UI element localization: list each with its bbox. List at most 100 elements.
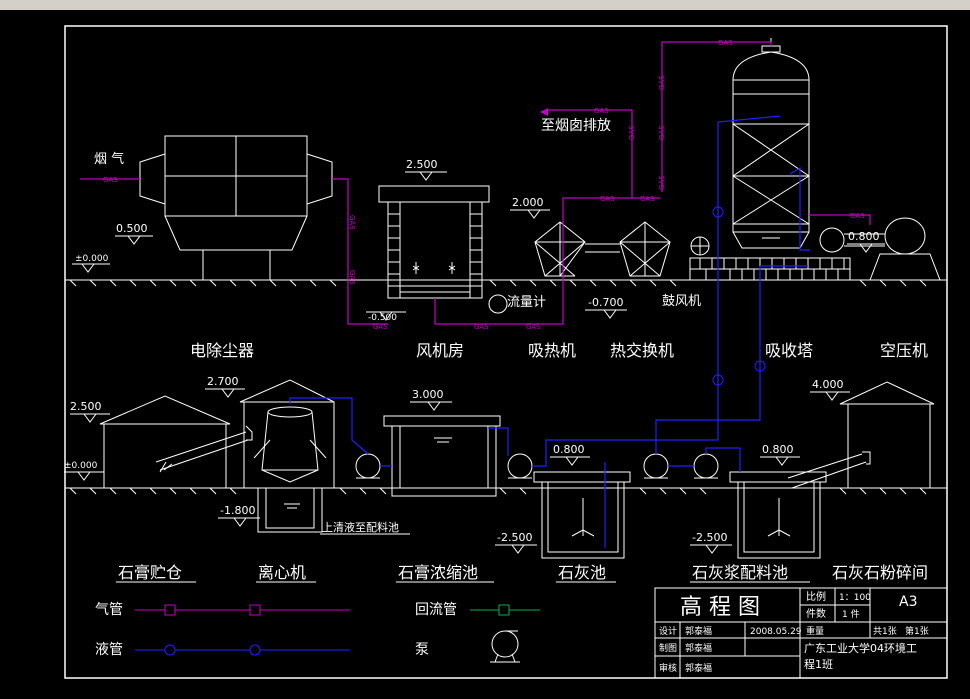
review-label: 审核 [659, 662, 677, 674]
equipment-label: 石灰石粉碎间 [832, 563, 928, 582]
legend-pump-label: 泵 [415, 642, 429, 658]
gas-pipe-network [80, 41, 871, 325]
heat-exchanger [585, 221, 671, 277]
elevation-label: -2.500 [497, 531, 532, 544]
blower-label: 鼓风机 [662, 294, 701, 309]
scale-label: 比例 [806, 590, 826, 603]
elevation-label: 0.500 [116, 222, 148, 235]
elevation-label: 2.500 [70, 400, 102, 413]
gypsum-thickener [383, 415, 501, 497]
designer-name: 郭泰福 [685, 625, 712, 637]
reviewer-name: 郭泰福 [685, 662, 712, 674]
flowmeter-label: 流量计 [507, 295, 546, 310]
elevation-label: 3.000 [412, 388, 444, 401]
chimney-label: 至烟囱排放 [541, 118, 611, 134]
equipment-label: 空压机 [880, 341, 928, 360]
sheet-size: A3 [899, 594, 917, 610]
gas-tag: GAS [373, 323, 388, 331]
legend-gas-pipe-label: 气管 [95, 602, 123, 618]
equipment-label: 电除尘器 [190, 341, 254, 360]
gas-tag: GAS [474, 323, 489, 331]
drafter-name: 郭泰福 [685, 642, 712, 654]
legend-liquid-marker [249, 644, 261, 656]
gas-tag: GAS [600, 195, 615, 203]
elevation-label: -2.500 [692, 531, 727, 544]
elevation-label: 2.000 [512, 196, 544, 209]
elevation-label: 2.700 [207, 375, 239, 388]
gypsum-silo [99, 395, 253, 489]
equipment-label: 石膏贮仓 [118, 563, 182, 582]
legend-gas-marker [249, 604, 261, 616]
drawing-date: 2008.05.29 [750, 627, 802, 637]
sheet-count: 共1张 [873, 626, 897, 637]
lower-equipment-names: 石膏贮仓 离心机 石膏浓缩池 石灰池 石灰浆配料池 石灰石粉碎间 [118, 563, 928, 582]
equipment-label: 热交换机 [610, 341, 674, 360]
legend-return-pipe-label: 回流管 [415, 602, 457, 618]
sheet-number: 第1张 [905, 625, 929, 637]
design-label: 设计 [659, 625, 677, 637]
equipment-label: 石灰浆配料池 [692, 563, 788, 582]
liquid-pipe-nodes [712, 206, 766, 386]
elevation-label: -0.500 [368, 313, 397, 323]
gas-tag: GAS [850, 212, 865, 220]
lime-pit [533, 471, 631, 559]
elevation-drawing: 烟 气 鼓风机 流量计 至烟囱排放 GAS GAS GAS GAS GAS GA… [64, 25, 948, 679]
equipment-label: 风机房 [416, 341, 464, 360]
lower-ground-line [65, 487, 947, 495]
upper-equipment-names: 电除尘器 风机房 吸热机 热交换机 吸收塔 空压机 [190, 341, 928, 360]
legend-liquid-marker [164, 644, 176, 656]
gas-tag: GAS [658, 75, 666, 90]
gas-tag: GAS [628, 125, 636, 140]
fan-room [378, 185, 490, 299]
gas-tag: GAS [348, 215, 356, 230]
elevation-label: -1.800 [220, 504, 255, 517]
equipment-label: 石灰池 [558, 563, 606, 582]
gas-tag: GAS [103, 176, 118, 184]
elevation-label: 0.800 [848, 230, 880, 243]
legend-gas-marker [164, 604, 176, 616]
elevation-label: -0.700 [588, 296, 623, 309]
upper-ground-line [65, 279, 947, 287]
blower-fan [690, 236, 710, 256]
centrifuge-pit [257, 487, 323, 533]
equipment-label: 吸收塔 [765, 341, 813, 360]
legend-liquid-pipe-label: 液管 [95, 642, 123, 658]
gas-tag: GAS [640, 195, 655, 203]
elevation-label: 4.000 [812, 378, 844, 391]
drawn-label: 制图 [659, 642, 677, 654]
centrifuge [239, 379, 335, 489]
flow-meter [488, 294, 508, 314]
electrostatic-precipitator [139, 135, 333, 280]
absorption-tower [732, 38, 810, 249]
weight-label: 重量 [806, 625, 824, 637]
institution-name-line2: 程1班 [804, 658, 833, 671]
gas-tag: GAS [658, 175, 666, 190]
gas-tag: GAS [348, 270, 356, 285]
qty-value: 1 件 [842, 608, 860, 620]
gas-tag: GAS [526, 323, 541, 331]
smoke-label: 烟 气 [94, 151, 124, 167]
scale-value: 1：100 [839, 593, 871, 603]
liquid-pipe-network [289, 115, 810, 548]
elevation-label: 0.800 [762, 443, 794, 456]
elevation-label: ±0.000 [75, 254, 109, 264]
legend-pump-icon [490, 630, 520, 663]
window-toolbar-strip [0, 0, 970, 10]
equipment-label: 离心机 [258, 563, 306, 582]
lime-slurry-tank [729, 471, 827, 559]
gas-tag: GAS [594, 107, 609, 115]
elevation-label: 0.800 [553, 443, 585, 456]
legend: 气管 液管 回流管 泵 [95, 602, 540, 663]
gas-tag: GAS [658, 125, 666, 140]
supernatant-note: 上清液至配料池 [322, 520, 399, 534]
tower-brick-base [689, 257, 851, 281]
equipment-label: 石膏浓缩池 [398, 563, 478, 582]
title-block-text: 高 程 图 比例 1：100 A3 件数 1 件 设计 郭泰福 2008.05.… [659, 590, 929, 674]
chimney-arrow [540, 108, 548, 116]
equipment-label: 吸热机 [528, 341, 576, 360]
drawing-title: 高 程 图 [680, 595, 760, 620]
gas-tags: GAS GAS GAS GAS GAS GAS GAS GAS GAS GAS … [103, 39, 865, 331]
heat-absorber [534, 221, 586, 277]
institution-name: 广东工业大学04环境工 [804, 641, 917, 655]
qty-label: 件数 [806, 607, 826, 620]
